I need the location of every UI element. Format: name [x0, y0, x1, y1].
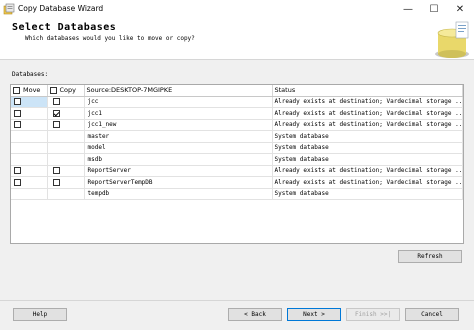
copy-checkbox[interactable] [52, 167, 60, 175]
copy-checkbox[interactable] [52, 109, 60, 117]
wizard-header: Select Databases Which databases would y… [0, 18, 474, 60]
databases-grid: Move Copy Source:DESKTOP-7MGIPKE Status … [10, 84, 464, 244]
database-name: master [84, 130, 273, 143]
move-cell[interactable] [11, 165, 48, 177]
database-name: tempdb [84, 188, 273, 200]
move-all-checkbox[interactable] [13, 86, 20, 94]
copy-header-label: Copy [59, 86, 77, 95]
copy-checkbox[interactable] [52, 98, 60, 106]
database-name: jcc1_new [84, 119, 273, 131]
database-row[interactable]: jcc Already exists at destination; Vardec… [11, 96, 463, 108]
database-status: Already exists at destination; Vardecima… [272, 96, 463, 108]
database-row[interactable]: jcc1 Already exists at destination; Varde… [11, 107, 463, 120]
database-name: ReportServerTempDB [84, 176, 273, 189]
move-checkbox[interactable] [14, 167, 21, 175]
grid-body: jcc Already exists at destination; Vardec… [11, 96, 463, 200]
maximize-button[interactable]: ☐ [421, 0, 447, 18]
copy-cell[interactable] [47, 96, 85, 108]
database-wizard-graphic [435, 21, 469, 58]
copy-all-checkbox[interactable] [49, 86, 57, 94]
move-checkbox[interactable] [14, 121, 21, 129]
move-cell[interactable] [11, 96, 48, 108]
databases-label: Databases: [12, 71, 49, 78]
database-row[interactable]: ReportServer Already exists at destinatio… [11, 165, 463, 177]
database-row[interactable]: master System database [11, 130, 463, 143]
source-column-header[interactable]: Source:DESKTOP-7MGIPKE [84, 85, 273, 97]
grid-header-row: Move Copy Source:DESKTOP-7MGIPKE Status [11, 85, 463, 97]
next-button[interactable]: Next > [287, 308, 341, 321]
database-row[interactable]: jcc1_new Already exists at destination; V… [11, 119, 463, 131]
database-name: jcc [84, 96, 273, 108]
database-name: ReportServer [84, 165, 273, 177]
wizard-app-icon [3, 3, 15, 15]
copy-checkbox[interactable] [52, 178, 60, 186]
move-cell[interactable] [11, 142, 48, 154]
footer-divider [0, 300, 474, 301]
title-bar: Copy Database Wizard — ☐ ✕ [0, 0, 474, 18]
move-cell[interactable] [11, 153, 48, 166]
move-cell[interactable] [11, 130, 48, 143]
database-status: System database [272, 142, 463, 154]
back-button[interactable]: < Back [228, 308, 282, 321]
database-row[interactable]: ReportServerTempDB Already exists at dest… [11, 176, 463, 189]
databases-table: Move Copy Source:DESKTOP-7MGIPKE Status … [11, 85, 463, 200]
database-status: Already exists at destination; Vardecima… [272, 176, 463, 189]
minimize-button[interactable]: — [395, 0, 421, 18]
move-column-header[interactable]: Move [11, 85, 48, 97]
window-title: Copy Database Wizard [18, 4, 104, 13]
database-status: Already exists at destination; Vardecima… [272, 119, 463, 131]
database-name: msdb [84, 153, 273, 166]
cancel-button[interactable]: Cancel [405, 308, 459, 321]
status-column-header[interactable]: Status [272, 85, 463, 97]
move-cell[interactable] [11, 119, 48, 131]
database-status: System database [272, 188, 463, 200]
database-row[interactable]: msdb System database [11, 153, 463, 166]
move-checkbox[interactable] [14, 178, 21, 186]
database-name: model [84, 142, 273, 154]
copy-column-header[interactable]: Copy [47, 85, 85, 97]
close-button[interactable]: ✕ [447, 0, 473, 18]
copy-cell[interactable] [47, 107, 85, 120]
copy-cell[interactable] [47, 142, 85, 154]
database-status: System database [272, 153, 463, 166]
database-row[interactable]: tempdb System database [11, 188, 463, 200]
copy-cell[interactable] [47, 176, 85, 189]
help-button[interactable]: Help [13, 308, 67, 321]
database-row[interactable]: model System database [11, 142, 463, 154]
copy-cell[interactable] [47, 188, 85, 200]
move-checkbox[interactable] [14, 109, 21, 117]
page-subtitle: Which databases would you like to move o… [25, 35, 195, 42]
page-title: Select Databases [12, 22, 117, 33]
database-name: jcc1 [84, 107, 273, 120]
move-cell[interactable] [11, 176, 48, 189]
database-status: System database [272, 130, 463, 143]
move-checkbox[interactable] [14, 98, 21, 106]
copy-cell[interactable] [47, 153, 85, 166]
copy-cell[interactable] [47, 119, 85, 131]
copy-cell[interactable] [47, 130, 85, 143]
move-header-label: Move [23, 86, 41, 95]
copy-checkbox[interactable] [52, 121, 60, 129]
copy-cell[interactable] [47, 165, 85, 177]
refresh-button[interactable]: Refresh [398, 250, 462, 263]
database-status: Already exists at destination; Vardecima… [272, 107, 463, 120]
move-cell[interactable] [11, 188, 48, 200]
finish-button[interactable]: Finish >>| [346, 308, 400, 321]
database-status: Already exists at destination; Vardecima… [272, 165, 463, 177]
move-cell[interactable] [11, 107, 48, 120]
